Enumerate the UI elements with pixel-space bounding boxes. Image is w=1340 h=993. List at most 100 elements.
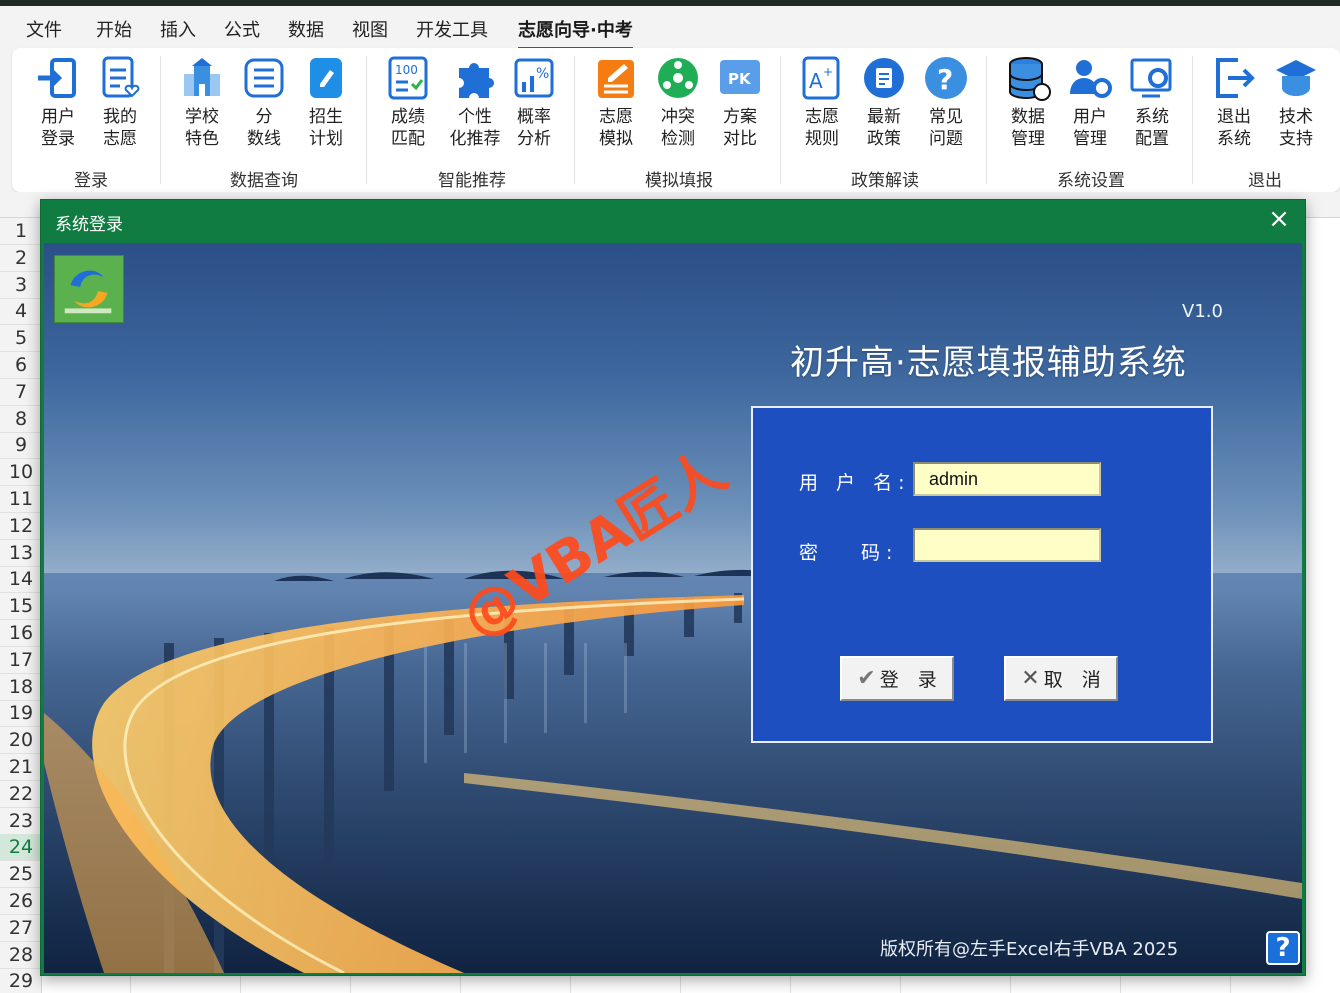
row-number[interactable]: 4 bbox=[0, 298, 42, 326]
tab-view[interactable]: 视图 bbox=[352, 16, 388, 42]
row-number[interactable]: 8 bbox=[0, 406, 42, 433]
row-number[interactable]: 26 bbox=[0, 888, 42, 915]
password-field[interactable] bbox=[913, 528, 1101, 562]
enroll-plan-button[interactable]: 招生 计划 bbox=[298, 54, 354, 150]
row-number[interactable]: 20 bbox=[0, 727, 42, 755]
row-number[interactable]: 28 bbox=[0, 942, 42, 969]
help-button[interactable]: ? bbox=[1266, 931, 1300, 965]
conflict-icon bbox=[658, 58, 698, 98]
personal-recommend-button[interactable]: 个性 化推荐 bbox=[444, 54, 506, 150]
cancel-button[interactable]: ✕ 取 消 bbox=[1004, 656, 1118, 701]
login-icon bbox=[38, 58, 76, 98]
exit-system-button[interactable]: 退出 系统 bbox=[1206, 54, 1262, 150]
row-number[interactable]: 21 bbox=[0, 754, 42, 781]
tab-developer[interactable]: 开发工具 bbox=[416, 16, 488, 42]
group-label-data-query: 数据查询 bbox=[230, 171, 298, 191]
username-field[interactable] bbox=[913, 462, 1101, 496]
probability-button[interactable]: % 概率 分析 bbox=[506, 54, 562, 150]
row-number[interactable]: 12 bbox=[0, 513, 42, 540]
score-line-button[interactable]: 分 数线 bbox=[236, 54, 292, 150]
app-title: 初升高·志愿填报辅助系统 bbox=[790, 343, 1187, 383]
conflict-check-button[interactable]: 冲突 检测 bbox=[650, 54, 706, 150]
row-number[interactable]: 23 bbox=[0, 808, 42, 835]
group-label-simulate: 模拟填报 bbox=[645, 171, 713, 191]
tab-data[interactable]: 数据 bbox=[288, 16, 324, 42]
group-label-policy: 政策解读 bbox=[851, 171, 919, 191]
version-label: V1.0 bbox=[1182, 301, 1223, 322]
dialog-body: V1.0 初升高·志愿填报辅助系统 用 户 名: 密 码: ✔ 登 录 ✕ 取 … bbox=[44, 243, 1302, 973]
pk-icon: PK bbox=[720, 60, 760, 94]
wish-simulate-button[interactable]: 志愿 模拟 bbox=[588, 54, 644, 150]
row-number[interactable]: 17 bbox=[0, 647, 42, 674]
row-number[interactable]: 9 bbox=[0, 432, 42, 460]
plan-compare-button[interactable]: PK 方案 对比 bbox=[712, 54, 768, 150]
data-manage-button[interactable]: 数据 管理 bbox=[1000, 54, 1056, 150]
svg-text:%: % bbox=[536, 66, 549, 82]
group-separator bbox=[1192, 56, 1193, 184]
tech-support-button[interactable]: 技术 支持 bbox=[1268, 54, 1324, 150]
config-icon bbox=[1130, 58, 1172, 98]
row-number[interactable]: 14 bbox=[0, 566, 42, 594]
latest-policy-button[interactable]: 最新 政策 bbox=[856, 54, 912, 150]
row-number[interactable]: 19 bbox=[0, 700, 42, 728]
svg-text:100: 100 bbox=[395, 63, 418, 77]
row-number[interactable]: 27 bbox=[0, 915, 42, 942]
system-config-button[interactable]: 系统 配置 bbox=[1124, 54, 1180, 150]
row-number[interactable]: 13 bbox=[0, 540, 42, 567]
user-manage-button[interactable]: 用户 管理 bbox=[1062, 54, 1118, 150]
group-separator bbox=[574, 56, 575, 184]
login-button[interactable]: ✔ 登 录 bbox=[840, 656, 954, 701]
group-label-login: 登录 bbox=[74, 171, 108, 191]
row-number[interactable]: 2 bbox=[0, 245, 42, 272]
svg-text:PK: PK bbox=[728, 70, 752, 88]
school-feature-button[interactable]: 学校 特色 bbox=[174, 54, 230, 150]
row-number[interactable]: 22 bbox=[0, 781, 42, 808]
row-number[interactable]: 3 bbox=[0, 272, 42, 299]
school-icon bbox=[184, 58, 220, 96]
tab-home[interactable]: 开始 bbox=[96, 16, 132, 42]
tab-file[interactable]: 文件 bbox=[26, 16, 62, 42]
ribbon: 用户 登录 我的 志愿 登录 学校 特色 分 数线 招生 计划 数据查询 100… bbox=[12, 48, 1340, 192]
close-icon[interactable]: × bbox=[1265, 204, 1293, 234]
row-number[interactable]: 11 bbox=[0, 486, 42, 513]
row-number[interactable]: 6 bbox=[0, 352, 42, 379]
row-number[interactable]: 10 bbox=[0, 459, 42, 487]
row-number[interactable]: 25 bbox=[0, 861, 42, 889]
row-number[interactable]: 7 bbox=[0, 379, 42, 406]
row-number[interactable]: 18 bbox=[0, 674, 42, 701]
user-login-button[interactable]: 用户 登录 bbox=[30, 54, 86, 150]
wish-rule-button[interactable]: A + 志愿 规则 bbox=[794, 54, 850, 150]
row-number[interactable]: 15 bbox=[0, 593, 42, 621]
check-icon: ✔ bbox=[857, 666, 876, 691]
group-separator bbox=[780, 56, 781, 184]
group-separator bbox=[366, 56, 367, 184]
plan-icon bbox=[310, 58, 342, 98]
user-manage-icon bbox=[1070, 60, 1112, 98]
score-line-icon bbox=[244, 58, 284, 98]
rule-icon: A + bbox=[802, 56, 840, 100]
row-number[interactable]: 16 bbox=[0, 620, 42, 647]
app-logo bbox=[54, 255, 124, 323]
svg-text:A: A bbox=[809, 69, 823, 93]
row-number[interactable]: 1 bbox=[0, 218, 42, 245]
row-number[interactable]: 29 bbox=[0, 968, 42, 993]
row-number[interactable]: 24 bbox=[0, 834, 42, 862]
score-match-icon: 100 bbox=[388, 56, 428, 100]
faq-button[interactable]: ? 常见 问题 bbox=[918, 54, 974, 150]
cross-icon: ✕ bbox=[1021, 666, 1040, 691]
my-wish-button[interactable]: 我的 志愿 bbox=[92, 54, 148, 150]
row-number[interactable]: 5 bbox=[0, 325, 42, 353]
group-label-exit: 退出 bbox=[1248, 171, 1282, 191]
login-panel: 用 户 名: 密 码: ✔ 登 录 ✕ 取 消 bbox=[751, 406, 1213, 743]
cancel-button-label: 取 消 bbox=[1043, 669, 1101, 691]
tab-insert[interactable]: 插入 bbox=[160, 16, 196, 42]
login-button-label: 登 录 bbox=[879, 669, 937, 691]
group-label-smart-recommend: 智能推荐 bbox=[438, 171, 506, 191]
group-label-settings: 系统设置 bbox=[1057, 171, 1125, 191]
group-separator bbox=[160, 56, 161, 184]
tab-formulas[interactable]: 公式 bbox=[224, 16, 260, 42]
tab-wish-guide[interactable]: 志愿向导·中考 bbox=[518, 16, 633, 50]
score-match-button[interactable]: 100 成绩 匹配 bbox=[380, 54, 436, 150]
policy-icon bbox=[864, 58, 904, 98]
copyright-text: 版权所有@左手Excel右手VBA 2025 bbox=[880, 939, 1179, 960]
